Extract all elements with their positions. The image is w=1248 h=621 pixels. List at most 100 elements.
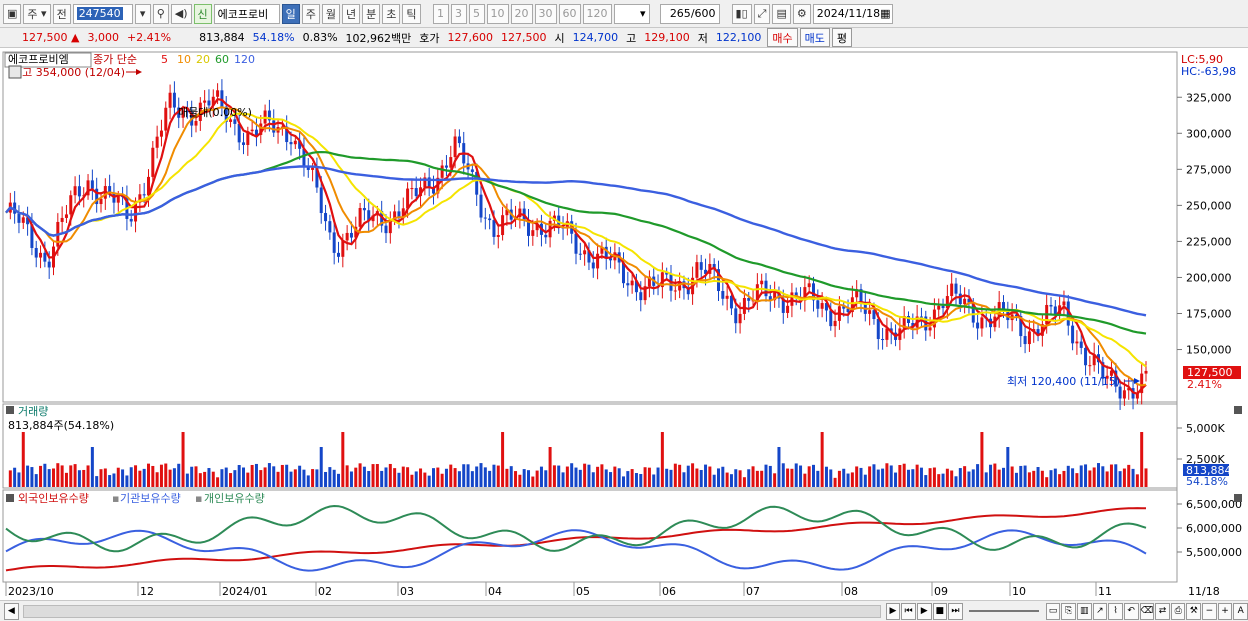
- pattern-icon[interactable]: ⌇: [1108, 602, 1123, 620]
- volume-bar: [1036, 467, 1040, 487]
- undo-icon[interactable]: ↶: [1123, 602, 1139, 620]
- scroll-left-icon[interactable]: ◀: [4, 602, 19, 620]
- rewind-icon[interactable]: ⏮: [901, 602, 916, 620]
- save-icon[interactable]: ▤: [772, 3, 791, 24]
- tab-year[interactable]: 년: [342, 3, 361, 24]
- zoom-slider[interactable]: [968, 610, 1039, 612]
- price-axis-label-6: 175,000: [1186, 308, 1232, 321]
- interval-30[interactable]: 30: [534, 3, 557, 24]
- low-marker: 최저 120,400 (11/15): [1007, 375, 1120, 388]
- count-input[interactable]: 265/600: [659, 3, 720, 24]
- interval-120[interactable]: 120: [582, 3, 612, 24]
- volume-bar: [889, 465, 893, 487]
- copy-icon[interactable]: ⎘: [1061, 602, 1076, 620]
- candle-body: [39, 252, 43, 258]
- turnover-ratio: 0.83%: [302, 31, 338, 44]
- volume-bar: [440, 473, 444, 487]
- tab-day[interactable]: 일: [281, 3, 300, 24]
- volume-bar: [475, 466, 479, 487]
- period-select[interactable]: 주 ▾: [23, 3, 51, 24]
- candle-type-icon[interactable]: ▮▯: [731, 3, 752, 24]
- sell-button[interactable]: 매도: [799, 28, 830, 47]
- credit-badge[interactable]: 신: [193, 3, 212, 24]
- interval-10[interactable]: 10: [486, 3, 509, 24]
- volume-close-icon[interactable]: [1234, 406, 1242, 414]
- volume-bar: [695, 468, 699, 487]
- chart-area[interactable]: 325,000 300,000 275,000 250,000 225,000 200,0…: [0, 50, 1248, 600]
- chart-svg[interactable]: 325,000 300,000 275,000 250,000 225,000 200,0…: [0, 50, 1248, 600]
- volume-bar: [90, 447, 94, 487]
- stop-icon[interactable]: ■: [932, 602, 948, 620]
- holdings-close-icon[interactable]: [1234, 494, 1242, 502]
- volume-bar: [220, 469, 224, 487]
- volume-panel-icon[interactable]: [6, 406, 14, 414]
- price-axis: 325,000 300,000 275,000 250,000 225,000 200,0…: [1177, 91, 1232, 357]
- search-icon[interactable]: ⚲: [152, 3, 169, 24]
- volume-bar: [539, 466, 543, 487]
- horizontal-scrollbar[interactable]: [22, 604, 881, 618]
- volume-bar: [596, 466, 600, 487]
- stock-name-field[interactable]: 에코프로비: [213, 3, 280, 24]
- calendar-icon[interactable]: ▦: [880, 7, 890, 20]
- erase-icon[interactable]: ⌫: [1139, 602, 1155, 620]
- volume-bar: [1105, 471, 1109, 487]
- zoom-in-icon[interactable]: +: [1217, 602, 1233, 620]
- zoom-out-icon[interactable]: −: [1202, 602, 1217, 620]
- volume-bar: [367, 471, 371, 487]
- candle-body: [345, 232, 349, 241]
- candle-body: [453, 136, 457, 158]
- average-button[interactable]: 평: [831, 28, 853, 47]
- date-input[interactable]: 2024/11/18 ▦: [812, 3, 893, 24]
- interval-60[interactable]: 60: [558, 3, 581, 24]
- volume-bar: [419, 468, 423, 487]
- chevron-down-icon[interactable]: ▾: [134, 3, 151, 24]
- volume-bar: [427, 475, 431, 487]
- draw-icon[interactable]: ↗: [1092, 602, 1108, 620]
- tab-second[interactable]: 초: [382, 3, 401, 24]
- tab-week[interactable]: 주: [301, 3, 320, 24]
- layout-icon[interactable]: ▭: [1045, 602, 1061, 620]
- calculator-icon[interactable]: [8, 65, 22, 79]
- candle-body: [963, 298, 967, 305]
- volume-bar: [185, 473, 189, 487]
- crosshair-icon[interactable]: ⤢: [753, 3, 771, 24]
- volume-bar: [311, 469, 315, 487]
- fast-forward-icon[interactable]: ⏭: [948, 602, 963, 620]
- volume-bar: [371, 464, 375, 487]
- measure-icon[interactable]: ⇄: [1155, 602, 1170, 620]
- candle-body: [220, 90, 224, 107]
- split-icon[interactable]: ▥: [1077, 602, 1092, 620]
- gear-icon[interactable]: ⚙: [792, 3, 811, 24]
- tab-month[interactable]: 월: [321, 3, 341, 24]
- font-size-icon[interactable]: A: [1233, 602, 1248, 620]
- interval-custom-input[interactable]: ▾: [613, 3, 650, 24]
- speaker-icon[interactable]: ◀): [170, 3, 192, 24]
- holdings-panel-icon[interactable]: [6, 494, 14, 502]
- volume-bar: [868, 466, 872, 487]
- candle-body: [324, 213, 328, 222]
- interval-5[interactable]: 5: [468, 3, 485, 24]
- volume-bar: [466, 464, 470, 487]
- tab-tick[interactable]: 틱: [402, 3, 421, 24]
- candle-body: [242, 142, 245, 145]
- interval-20[interactable]: 20: [510, 3, 533, 24]
- volume-bar: [984, 472, 988, 487]
- stock-code-input[interactable]: 247540: [72, 3, 133, 24]
- volume-bar: [341, 432, 345, 487]
- tab-minute[interactable]: 분: [362, 3, 381, 24]
- interval-1[interactable]: 1: [432, 3, 449, 24]
- print-icon[interactable]: ⎙: [1170, 602, 1186, 620]
- volume-bar: [721, 466, 725, 487]
- volume-bar: [60, 465, 64, 487]
- play-icon[interactable]: ▶: [916, 602, 932, 620]
- window-icon[interactable]: ▣: [3, 3, 22, 24]
- candle-body: [790, 292, 794, 306]
- buy-button[interactable]: 매수: [767, 28, 798, 47]
- scroll-right-icon[interactable]: ▶: [885, 602, 901, 620]
- prev-button[interactable]: 전: [52, 3, 71, 24]
- interval-3[interactable]: 3: [450, 3, 467, 24]
- date-axis-label-8: 07: [746, 585, 760, 598]
- tools-icon[interactable]: ⚒: [1186, 602, 1202, 620]
- volume-bar: [976, 464, 980, 487]
- volume-bar: [820, 432, 824, 487]
